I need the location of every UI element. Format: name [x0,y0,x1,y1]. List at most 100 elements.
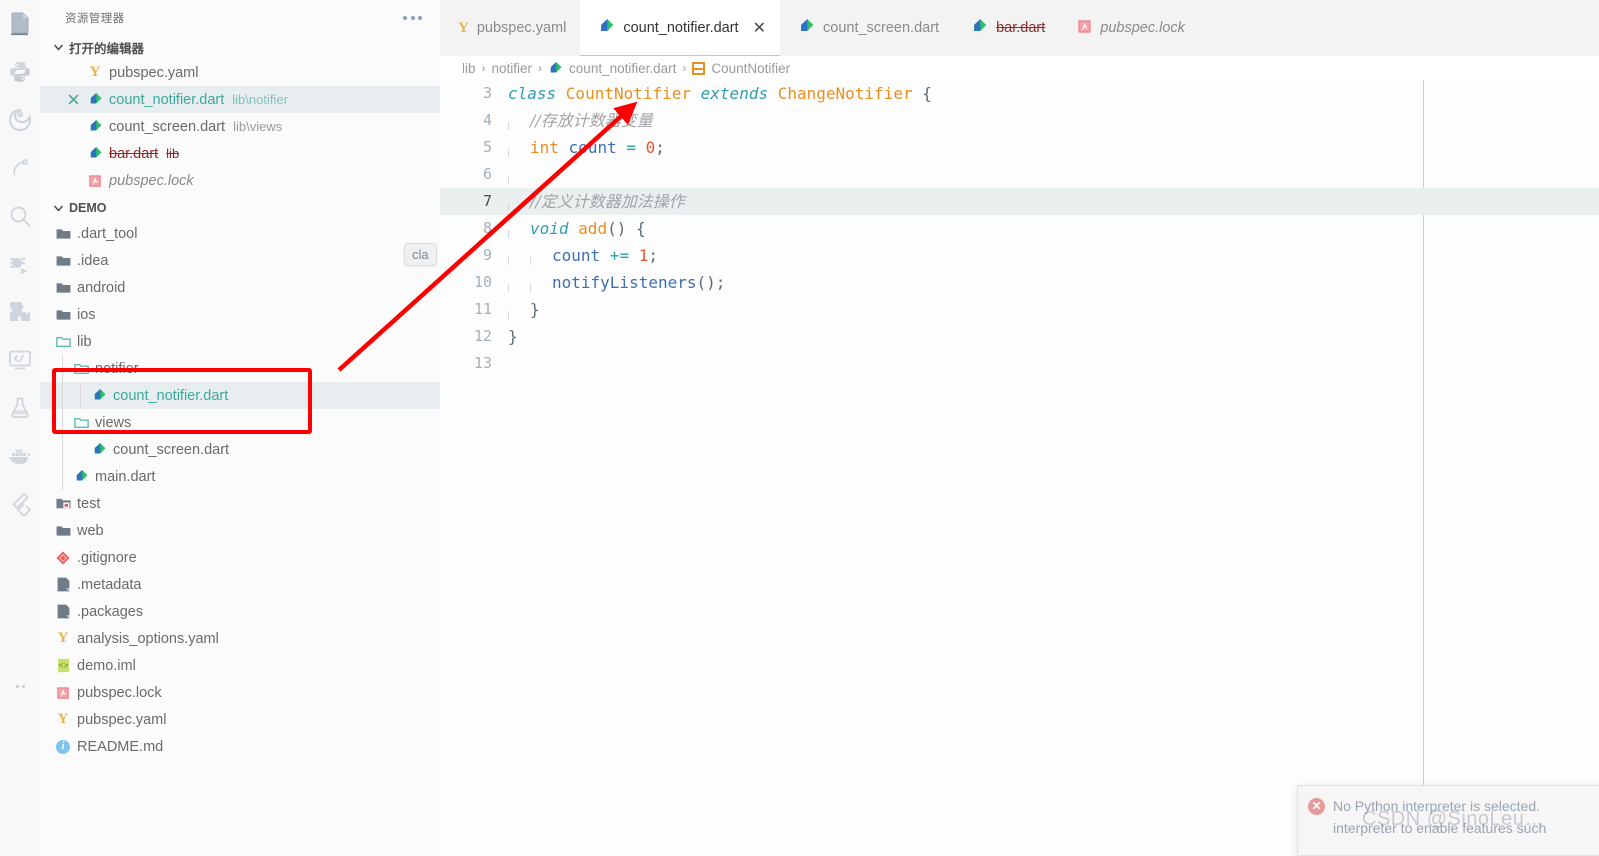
folder-test-icon [52,497,74,510]
tree-item-packages[interactable]: .packages [40,598,440,625]
code-line-8[interactable]: 8 void add() { [440,215,1599,242]
tree-item-dart-tool[interactable]: .dart_tool [40,220,440,247]
breadcrumb-item-lib[interactable]: lib [462,61,476,76]
code-line-10[interactable]: 10 notifyListeners(); [440,269,1599,296]
tab-pubspec-yaml[interactable]: Y pubspec.yaml [440,0,581,56]
code-line-5[interactable]: 5 int count = 0; [440,134,1599,161]
section-project-label: DEMO [69,201,107,215]
code-token: void [530,219,569,238]
folder-open-icon [70,363,92,375]
tree-item-label: test [77,495,101,512]
flutter-icon[interactable] [0,480,40,528]
open-editor-label: count_notifier.dart [109,91,225,108]
line-number: 4 [482,111,492,129]
testing-icon[interactable] [0,384,40,432]
code-token: int [530,138,559,157]
open-editor-item-count-screen-dart[interactable]: count_screen.dart lib\views [40,113,440,140]
code-line-9[interactable]: 9 count += 1; [440,242,1599,269]
tree-item-ios[interactable]: ios [40,301,440,328]
open-editor-item-count-notifier-dart[interactable]: count_notifier.dart lib\notifier [40,86,440,113]
tree-item-demo-iml[interactable]: <> demo.iml [40,652,440,679]
section-open-editors[interactable]: 打开的编辑器 [40,35,440,59]
breadcrumb-separator-icon: › [538,61,543,75]
tree-item-idea[interactable]: .idea [40,247,440,274]
line-number: 13 [473,354,492,372]
tree-item-main-dart[interactable]: main.dart [40,463,440,490]
code-token: ; [655,138,665,157]
folder-open-icon [52,336,74,348]
extensions-icon[interactable] [0,288,40,336]
tree-item-count-notifier-dart[interactable]: count_notifier.dart [40,382,440,409]
open-editor-item-pubspec-lock[interactable]: pubspec.lock [40,167,440,194]
breadcrumb-item-count-notifier-dart[interactable]: count_notifier.dart [569,61,676,76]
tree-item-views[interactable]: views [40,409,440,436]
code-line-3[interactable]: 3 class CountNotifier extends ChangeNoti… [440,80,1599,107]
tab-count-notifier-dart[interactable]: count_notifier.dart ✕ [580,0,780,56]
breadcrumb-separator-icon: › [682,61,687,75]
breadcrumb-separator-icon: › [481,61,486,75]
code-editor[interactable]: 3 class CountNotifier extends ChangeNoti… [440,80,1599,856]
tree-item-label: .dart_tool [77,225,138,242]
code-line-7[interactable]: 7 //定义计数器加法操作 [440,188,1599,215]
notification-toast[interactable]: ✕ No Python interpreter is selected. int… [1297,785,1599,856]
open-editor-item-bar-dart[interactable]: bar.dart lib [40,140,440,167]
open-editor-label: pubspec.lock [109,172,194,189]
tab-count-screen-dart[interactable]: count_screen.dart [780,0,954,56]
code-token: = [616,138,646,157]
open-editor-path: lib\notifier [232,92,288,107]
tab-pubspec-lock[interactable]: pubspec.lock [1059,0,1199,56]
tree-item-notifier[interactable]: notifier [40,355,440,382]
tree-item-android[interactable]: android [40,274,440,301]
tree-item-metadata[interactable]: .metadata [40,571,440,598]
code-line-11[interactable]: 11 } [440,296,1599,323]
code-token: CountNotifier [565,84,701,103]
sidebar-more-actions-icon[interactable] [397,12,428,24]
anaconda-icon[interactable] [0,96,40,144]
line-number: 11 [473,300,492,318]
code-token: extends [700,84,778,103]
tree-item-analysis-options-yaml[interactable]: Y analysis_options.yaml [40,625,440,652]
section-project-demo[interactable]: DEMO [40,196,440,220]
line-number: 5 [482,138,492,156]
dart-icon [84,119,106,134]
git-icon [52,551,74,565]
tree-item-readme-md[interactable]: i README.md [40,733,440,760]
editor-tab-bar: Y pubspec.yaml count_notifier.dart ✕ cou… [440,0,1599,56]
code-line-12[interactable]: 12 } [440,323,1599,350]
folder-open-icon [70,417,92,429]
tree-item-pubspec-lock[interactable]: pubspec.lock [40,679,440,706]
breadcrumb-item-count-notifier-class[interactable]: CountNotifier [711,61,790,76]
remote-explorer-icon[interactable] [0,336,40,384]
tab-bar-dart[interactable]: bar.dart [953,0,1060,56]
tree-item-count-screen-dart[interactable]: count_screen.dart [40,436,440,463]
tree-item-lib[interactable]: lib [40,328,440,355]
close-icon[interactable]: ✕ [753,18,766,38]
line-number: 8 [482,219,492,237]
tree-item-gitignore[interactable]: .gitignore [40,544,440,571]
code-line-13[interactable]: 13 [440,350,1599,377]
python-icon[interactable] [0,48,40,96]
tree-item-pubspec-yaml[interactable]: Y pubspec.yaml [40,706,440,733]
tree-item-web[interactable]: web [40,517,440,544]
code-line-4[interactable]: 4 //存放计数器变量 [440,107,1599,134]
activity-bar-more-icon[interactable] [0,666,40,706]
chevron-down-icon [50,39,66,55]
class-symbol-icon [692,61,706,75]
search-icon[interactable] [0,192,40,240]
open-editor-item-pubspec-yaml[interactable]: Y pubspec.yaml [40,59,440,86]
dart-icon [88,388,110,403]
line-number: 7 [482,192,492,210]
tree-item-test[interactable]: test [40,490,440,517]
dart-language-icon[interactable] [0,144,40,192]
activity-bar [0,0,40,856]
run-and-debug-icon[interactable] [0,240,40,288]
breadcrumb-item-notifier[interactable]: notifier [492,61,533,76]
yaml-icon: Y [57,711,69,727]
folder-icon [52,228,74,240]
close-icon[interactable] [62,93,84,106]
docker-icon[interactable] [0,432,40,480]
code-line-6[interactable]: 6 [440,161,1599,188]
tree-item-label: count_notifier.dart [113,387,229,404]
explorer-icon[interactable] [0,0,40,48]
line-number: 6 [482,165,492,183]
